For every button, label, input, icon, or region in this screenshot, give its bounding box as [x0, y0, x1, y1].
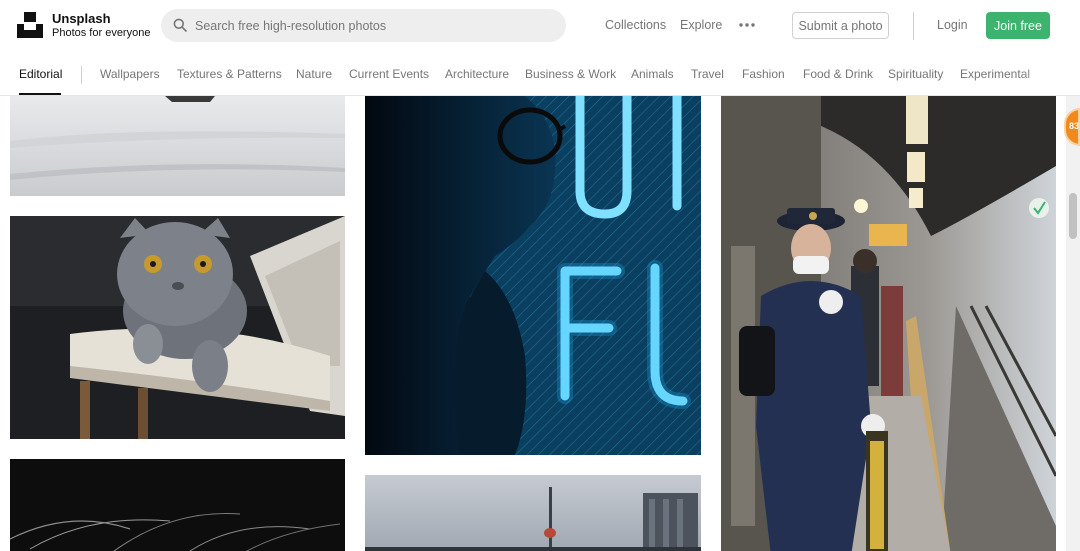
topic-textures-patterns[interactable]: Textures & Patterns	[177, 67, 282, 81]
topic-spirituality[interactable]: Spirituality	[888, 67, 943, 81]
photo-grid	[0, 96, 1080, 551]
topics-fade-overlay	[1020, 52, 1080, 95]
train-station-image	[721, 96, 1056, 551]
photo-card-snow[interactable]	[10, 96, 345, 196]
search-icon	[173, 18, 187, 32]
neon-image	[365, 96, 701, 455]
join-free-button[interactable]: Join free	[986, 12, 1050, 39]
grass-image	[10, 459, 345, 551]
active-topic-indicator	[19, 93, 61, 95]
topic-wallpapers[interactable]: Wallpapers	[100, 67, 160, 81]
topics-divider	[81, 66, 82, 84]
search-input[interactable]	[195, 9, 555, 42]
topics-nav: Editorial Wallpapers Textures & Patterns…	[0, 52, 1080, 96]
cat-image	[10, 216, 345, 439]
header-divider	[913, 12, 914, 40]
topic-animals[interactable]: Animals	[631, 67, 674, 81]
city-image	[365, 475, 701, 551]
scrollbar-thumb[interactable]	[1069, 193, 1077, 239]
floating-badge-text: 83	[1069, 121, 1080, 131]
photo-card-neon[interactable]	[365, 96, 701, 455]
topic-fashion[interactable]: Fashion	[742, 67, 785, 81]
topic-nature[interactable]: Nature	[296, 67, 332, 81]
brand-name: Unsplash	[52, 11, 111, 26]
photo-card-city[interactable]	[365, 475, 701, 551]
topic-travel[interactable]: Travel	[691, 67, 724, 81]
photo-card-cat[interactable]	[10, 216, 345, 439]
submit-photo-button[interactable]: Submit a photo	[792, 12, 889, 39]
snow-image	[10, 96, 345, 196]
topic-editorial[interactable]: Editorial	[19, 67, 62, 81]
brand[interactable]: Unsplash Photos for everyone	[52, 11, 150, 40]
login-link[interactable]: Login	[937, 18, 968, 32]
brand-tagline: Photos for everyone	[52, 27, 151, 39]
topic-business-work[interactable]: Business & Work	[525, 67, 616, 81]
nav-collections-link[interactable]: Collections	[605, 18, 666, 32]
nav-explore-link[interactable]: Explore	[680, 18, 722, 32]
search-bar[interactable]	[161, 9, 566, 42]
photo-card-train-station[interactable]	[721, 96, 1056, 551]
topic-current-events[interactable]: Current Events	[349, 67, 429, 81]
topic-food-drink[interactable]: Food & Drink	[803, 67, 873, 81]
more-horizontal-icon[interactable]	[738, 18, 756, 32]
top-header: Unsplash Photos for everyone Collections…	[0, 0, 1080, 52]
photo-card-grass[interactable]	[10, 459, 345, 551]
page-scrollbar[interactable]	[1066, 96, 1080, 551]
unsplash-logo-icon[interactable]	[17, 12, 43, 38]
topic-architecture[interactable]: Architecture	[445, 67, 509, 81]
